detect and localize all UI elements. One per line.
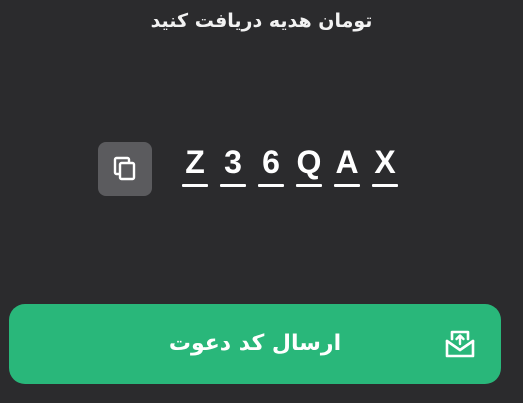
- code-char: Z: [182, 142, 208, 187]
- invite-code: Z 3 6 Q A X: [182, 142, 398, 187]
- code-char-underline: [182, 184, 208, 187]
- send-invite-code-label: ارسال کد دعوت: [168, 331, 342, 356]
- copy-icon: [113, 156, 136, 181]
- invite-code-row: Z 3 6 Q A X: [98, 142, 398, 200]
- send-invite-code-button[interactable]: ارسال کد دعوت: [9, 304, 501, 384]
- code-char: A: [334, 142, 360, 187]
- code-char-letter: 3: [224, 144, 242, 180]
- code-char-letter: Q: [296, 144, 322, 180]
- code-char: Q: [296, 142, 322, 187]
- code-char: X: [372, 142, 398, 187]
- code-char-letter: X: [374, 144, 396, 180]
- code-char-letter: A: [335, 144, 359, 180]
- code-char-underline: [296, 184, 322, 187]
- code-char-underline: [220, 184, 246, 187]
- share-envelope-icon: [445, 330, 475, 358]
- code-char: 6: [258, 142, 284, 187]
- code-char-letter: 6: [262, 144, 280, 180]
- code-char-letter: Z: [185, 144, 205, 180]
- reward-subtitle: تومان هدیه دریافت کنید: [150, 10, 373, 32]
- code-char-underline: [258, 184, 284, 187]
- code-char-underline: [334, 184, 360, 187]
- copy-code-button[interactable]: [98, 142, 152, 196]
- code-char-underline: [372, 184, 398, 187]
- code-char: 3: [220, 142, 246, 187]
